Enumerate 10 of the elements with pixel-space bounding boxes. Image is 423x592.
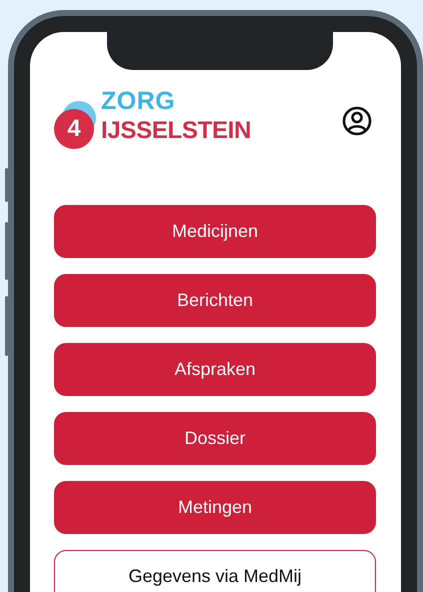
logo-badge: 4 bbox=[54, 109, 94, 149]
logo-text: IJSSELSTEIN bbox=[101, 119, 252, 143]
logo-text: ZORG bbox=[101, 89, 176, 114]
menu-button[interactable]: Dossier bbox=[54, 412, 376, 465]
menu-button[interactable]: Medicijnen bbox=[54, 205, 376, 258]
profile-icon[interactable] bbox=[342, 106, 372, 136]
menu-button[interactable]: Gegevens via MedMij bbox=[54, 550, 376, 592]
menu-button[interactable]: Metingen bbox=[54, 481, 376, 534]
menu-button[interactable]: Afspraken bbox=[54, 343, 376, 396]
menu-button[interactable]: Berichten bbox=[54, 274, 376, 327]
